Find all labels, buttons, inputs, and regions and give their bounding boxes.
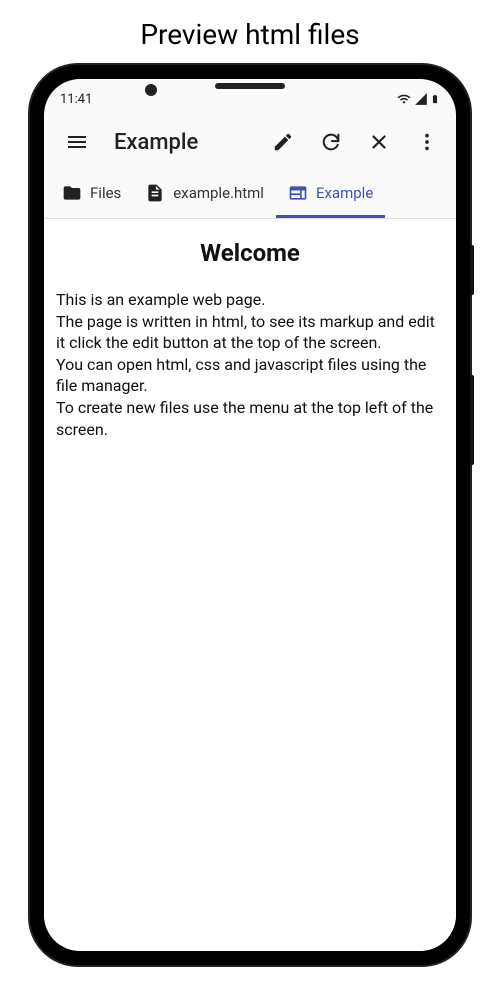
hamburger-icon [65, 130, 89, 154]
folder-icon [62, 183, 82, 203]
tab-preview[interactable]: Example [276, 171, 385, 218]
menu-button[interactable] [58, 123, 96, 161]
content-body: This is an example web page. The page is… [56, 289, 444, 440]
speaker-slot [215, 83, 285, 89]
tab-files[interactable]: Files [50, 171, 133, 218]
phone-notch [215, 83, 285, 89]
file-icon [145, 183, 165, 203]
tab-label: Files [90, 184, 121, 202]
phone-frame: 11:41 Example [30, 65, 470, 965]
more-vert-icon [416, 131, 438, 153]
page-caption: Preview html files [0, 0, 500, 65]
app-title: Example [114, 130, 198, 155]
pencil-icon [272, 131, 294, 153]
preview-content: Welcome This is an example web page. The… [44, 219, 456, 951]
wifi-icon [396, 92, 412, 106]
web-icon [288, 183, 308, 203]
camera-dot [145, 84, 157, 96]
close-button[interactable] [360, 123, 398, 161]
phone-side-button [470, 375, 474, 465]
content-heading: Welcome [56, 239, 444, 267]
tab-bar: Files example.html Example [44, 171, 456, 219]
status-bar: 11:41 [44, 85, 456, 113]
app-bar: Example [44, 113, 456, 171]
tab-file-example-html[interactable]: example.html [133, 171, 276, 218]
overflow-button[interactable] [408, 123, 446, 161]
battery-icon [430, 91, 440, 107]
status-time: 11:41 [60, 92, 92, 107]
tab-label: Example [316, 184, 373, 202]
close-icon [368, 131, 390, 153]
phone-side-button [470, 245, 474, 295]
tab-label: example.html [173, 184, 264, 202]
refresh-icon [320, 131, 342, 153]
edit-button[interactable] [264, 123, 302, 161]
phone-screen: 11:41 Example [44, 79, 456, 951]
status-icons [396, 91, 440, 107]
signal-icon [414, 92, 428, 106]
refresh-button[interactable] [312, 123, 350, 161]
